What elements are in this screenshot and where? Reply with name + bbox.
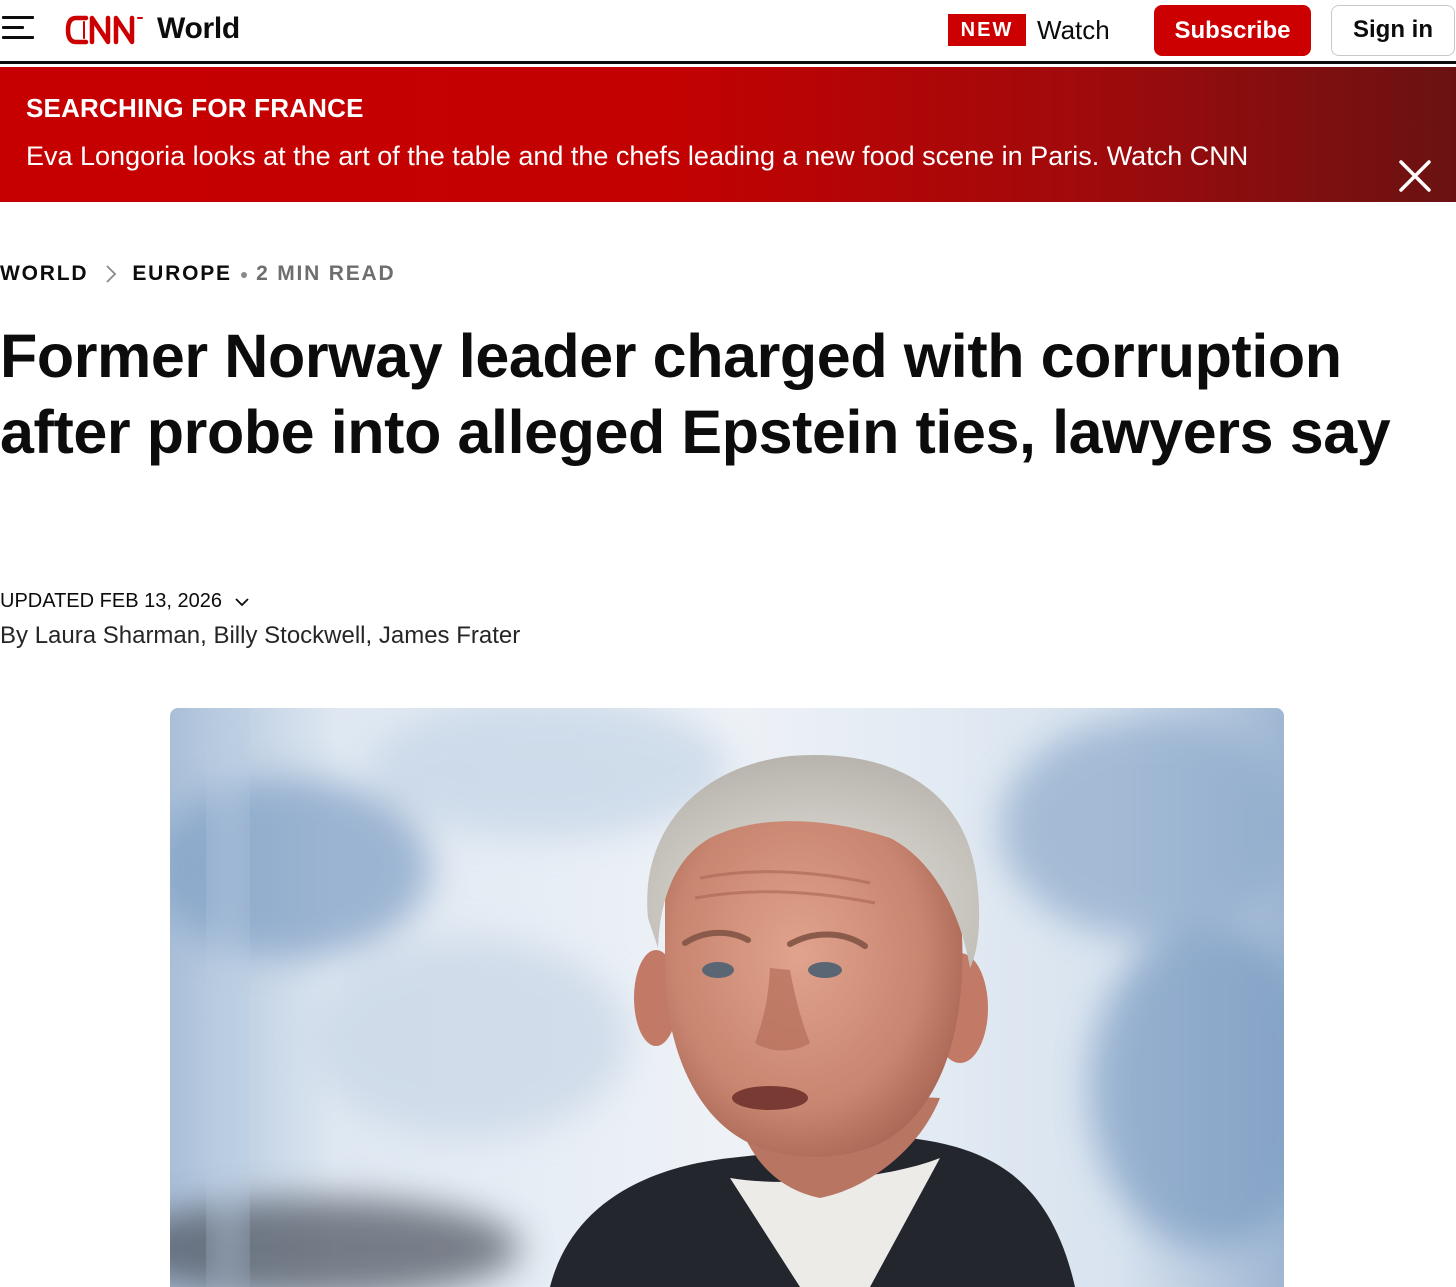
breadcrumb-europe[interactable]: EUROPE — [132, 262, 232, 286]
promo-banner[interactable]: SEARCHING FOR FRANCE Eva Longoria looks … — [0, 67, 1456, 202]
chevron-right-icon — [106, 265, 117, 283]
cnn-logo[interactable] — [64, 10, 146, 50]
byline: By Laura Sharman, Billy Stockwell, James… — [0, 622, 521, 649]
author-link[interactable]: James Frater — [379, 622, 520, 649]
read-time: 2 MIN READ — [256, 262, 396, 285]
banner-text: Eva Longoria looks at the art of the tab… — [26, 141, 1249, 171]
updated-timestamp[interactable]: UPDATED FEB 13, 2026 — [0, 590, 250, 613]
section-name-world[interactable]: World — [157, 12, 240, 46]
article-headline: Former Norway leader charged with corrup… — [0, 322, 1391, 466]
close-icon[interactable] — [1398, 159, 1432, 193]
updated-text: UPDATED FEB 13, 2026 — [0, 590, 222, 612]
new-badge[interactable]: NEW — [948, 14, 1026, 46]
chevron-down-icon[interactable] — [234, 596, 250, 608]
sign-in-button[interactable]: Sign in — [1331, 5, 1455, 56]
hamburger-menu-icon[interactable] — [2, 14, 36, 42]
site-header: World NEW Watch Subscribe Sign in — [0, 0, 1456, 64]
hero-image[interactable] — [170, 708, 1284, 1287]
byline-prefix: By — [0, 622, 29, 649]
author-link[interactable]: Billy Stockwell — [213, 622, 365, 649]
separator-dot: ● — [239, 266, 251, 282]
banner-title: SEARCHING FOR FRANCE — [26, 93, 364, 123]
breadcrumb-world[interactable]: WORLD — [0, 262, 88, 286]
breadcrumb: WORLD EUROPE ● 2 MIN READ — [0, 262, 395, 286]
watch-link[interactable]: Watch — [1037, 14, 1110, 46]
subscribe-button[interactable]: Subscribe — [1154, 5, 1311, 56]
author-link[interactable]: Laura Sharman — [35, 622, 200, 649]
